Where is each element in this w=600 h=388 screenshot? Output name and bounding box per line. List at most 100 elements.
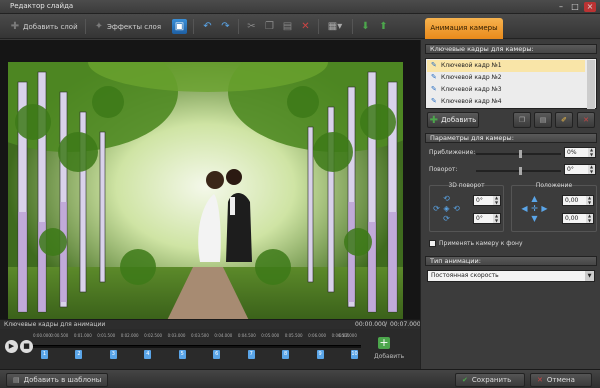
camera-panel: Ключевые кадры для камеры: ✎ Ключевой кад… (420, 40, 600, 369)
window-title: Редактор слайда (10, 2, 74, 10)
stop-icon[interactable]: ■ (20, 340, 33, 353)
position-group: Положение ▲ ◀ ✛ ▶ ▼ 0,00 ▲ ▼ 0,00 ▲ ▼ (511, 182, 597, 232)
position-x-field[interactable]: 0,00 ▲ ▼ (562, 195, 594, 206)
arrow-right-icon[interactable]: ▶ (540, 204, 549, 213)
close-icon[interactable]: × (584, 2, 596, 12)
layer-effects-label: Эффекты слоя (107, 22, 162, 31)
wedding-photo (8, 62, 403, 339)
paste-keyframe-icon[interactable]: ▤ (534, 112, 552, 128)
apply-background-checkbox[interactable] (429, 240, 436, 247)
ruler-tick-label: 0:03.500 (191, 333, 209, 338)
add-layer-label: Добавить слой (23, 22, 78, 31)
ruler-tick-label: 0:00.000 (33, 333, 51, 338)
title-bar: Редактор слайда – □ × (0, 0, 600, 14)
keyframe-marker[interactable]: 5 (178, 350, 186, 359)
position-y-field[interactable]: 0,00 ▲ ▼ (562, 213, 594, 224)
move-down-icon[interactable]: ⬇ (358, 19, 373, 34)
redo-icon[interactable]: ↷ (218, 19, 233, 34)
keyframe-marker[interactable]: 1 (41, 350, 48, 359)
keyframe-item[interactable]: ✎ Ключевой кадр №2 (427, 72, 585, 84)
rotate-field[interactable]: 0° ▲ ▼ (564, 164, 596, 175)
rotate-up-icon[interactable]: ⟲ (442, 194, 451, 203)
add-to-templates-button[interactable]: ▤ Добавить в шаблоны (6, 373, 109, 387)
maximize-icon[interactable]: □ (569, 2, 581, 12)
layer-effects-button[interactable]: ✦ Эффекты слоя (90, 18, 165, 35)
keyframe-item[interactable]: ✎ Ключевой кадр №4 (427, 96, 585, 108)
copy-keyframe-icon[interactable]: ❐ (513, 112, 531, 128)
move-up-icon[interactable]: ⬆ (376, 19, 391, 34)
apply-background-label: Применять камеру к фону (439, 240, 523, 247)
brush-icon[interactable]: ✐ (555, 112, 573, 128)
keyframe-marker[interactable]: 4 (144, 350, 152, 359)
delete-keyframe-icon[interactable]: ✕ (577, 112, 595, 128)
keyframes-list[interactable]: ✎ Ключевой кадр №1 ✎ Ключевой кадр №2 ✎ Клю… (425, 58, 597, 109)
rotate-left-icon[interactable]: ⟳ (432, 204, 441, 213)
keyframes-scrollbar[interactable] (587, 60, 595, 109)
arrow-down-icon[interactable]: ▼ (530, 214, 539, 223)
ruler-tick-label: 0:01.500 (97, 333, 116, 338)
ruler-tick-label: 0:03.000 (167, 333, 186, 338)
keyframe-marker[interactable]: 10 (351, 350, 358, 359)
keyframe-marker[interactable]: 7 (247, 350, 255, 359)
timeline-ruler: 0:00.000 0:00.500 0:01.000 0:01.500 0:02.000… (33, 333, 361, 341)
timeline[interactable]: ▶ ■ 0:00.000 0:00.500 0:01.000 0:01.500 0:02… (0, 329, 420, 369)
ruler-tick-label: 0:07.000 (339, 333, 357, 338)
add-keyframe-label: Добавить (374, 353, 405, 360)
slide-preview[interactable] (0, 40, 420, 339)
paste-icon[interactable]: ▤ (280, 19, 295, 34)
rotate-center-icon[interactable]: ◈ (442, 204, 451, 213)
minimize-icon[interactable]: – (555, 2, 567, 12)
ruler-tick-label: 0:02.500 (144, 333, 163, 338)
align-dropdown-icon[interactable]: ▦▾ (324, 19, 346, 34)
keyframe-item[interactable]: ✎ Ключевой кадр №3 (427, 84, 585, 96)
keyframe-marker[interactable]: 9 (316, 350, 324, 359)
rotate-slider[interactable] (476, 167, 561, 175)
play-icon[interactable]: ▶ (5, 340, 18, 353)
animation-type-header: Тип анимации: (425, 256, 597, 266)
rotate-right-icon[interactable]: ⟲ (452, 204, 461, 213)
rotation3d-x-field[interactable]: 0° ▲ ▼ (473, 195, 501, 206)
camera-params-header: Параметры для камеры: (425, 133, 597, 143)
save-button[interactable]: ✔ Сохранить (455, 373, 525, 387)
timeline-header: Ключевые кадры для анимации 00:00.000 00… (0, 319, 421, 329)
center-icon[interactable]: ✛ (530, 204, 539, 213)
keyframe-icon: ✎ (431, 97, 437, 105)
zoom-slider[interactable] (476, 150, 561, 158)
keyframe-item[interactable]: ✎ Ключевой кадр №1 (427, 60, 585, 72)
position-title: Положение (535, 182, 573, 189)
keyframe-icon: ✎ (431, 61, 437, 69)
magic-wand-icon: ✦ (94, 20, 104, 32)
arrow-left-icon[interactable]: ◀ (520, 204, 529, 213)
keyframes-header: Ключевые кадры для камеры: (425, 44, 597, 54)
add-keyframe-camera-button[interactable]: ✚ Добавить (427, 112, 479, 128)
add-keyframe-camera-label: Добавить (441, 116, 477, 124)
keyframe-marker[interactable]: 6 (213, 350, 221, 359)
save-label: Сохранить (471, 376, 512, 384)
timeline-label: Ключевые кадры для анимации (4, 321, 106, 328)
copy-icon[interactable]: ❐ (262, 19, 277, 34)
layers-icon[interactable]: ▣ (172, 19, 187, 34)
cut-icon[interactable]: ✂ (244, 19, 259, 34)
tab-camera-animation[interactable]: Анимация камеры (425, 18, 503, 39)
ruler-tick-label: 0:04.500 (237, 333, 256, 338)
undo-icon[interactable]: ↶ (200, 19, 215, 34)
ruler-tick-label: 0:02.000 (120, 333, 139, 338)
animation-type-select[interactable]: Постоянная скорость ▼ (427, 270, 595, 282)
ruler-tick-label: 0:01.000 (73, 333, 92, 338)
ruler-tick-label: 0:05.500 (284, 333, 303, 338)
keyframe-icon: ✎ (431, 85, 437, 93)
check-icon: ✔ (462, 376, 468, 384)
keyframe-marker[interactable]: 3 (109, 350, 117, 359)
keyframe-marker[interactable]: 8 (282, 350, 290, 359)
rotation3d-y-field[interactable]: 0° ▲ ▼ (473, 213, 501, 224)
cancel-button[interactable]: ✕ Отмена (530, 373, 592, 387)
rotate-down-icon[interactable]: ⟳ (442, 214, 451, 223)
arrow-up-icon[interactable]: ▲ (530, 194, 539, 203)
add-layer-button[interactable]: ✚ Добавить слой (6, 18, 82, 35)
zoom-field[interactable]: 0% ▲ ▼ (564, 147, 596, 158)
delete-icon[interactable]: ✕ (298, 19, 313, 34)
timeline-track[interactable] (33, 345, 361, 348)
add-keyframe-button[interactable]: + Добавить (374, 335, 420, 365)
keyframe-marker[interactable]: 2 (75, 350, 83, 359)
rotation3d-title: 3D поворот (448, 182, 485, 189)
